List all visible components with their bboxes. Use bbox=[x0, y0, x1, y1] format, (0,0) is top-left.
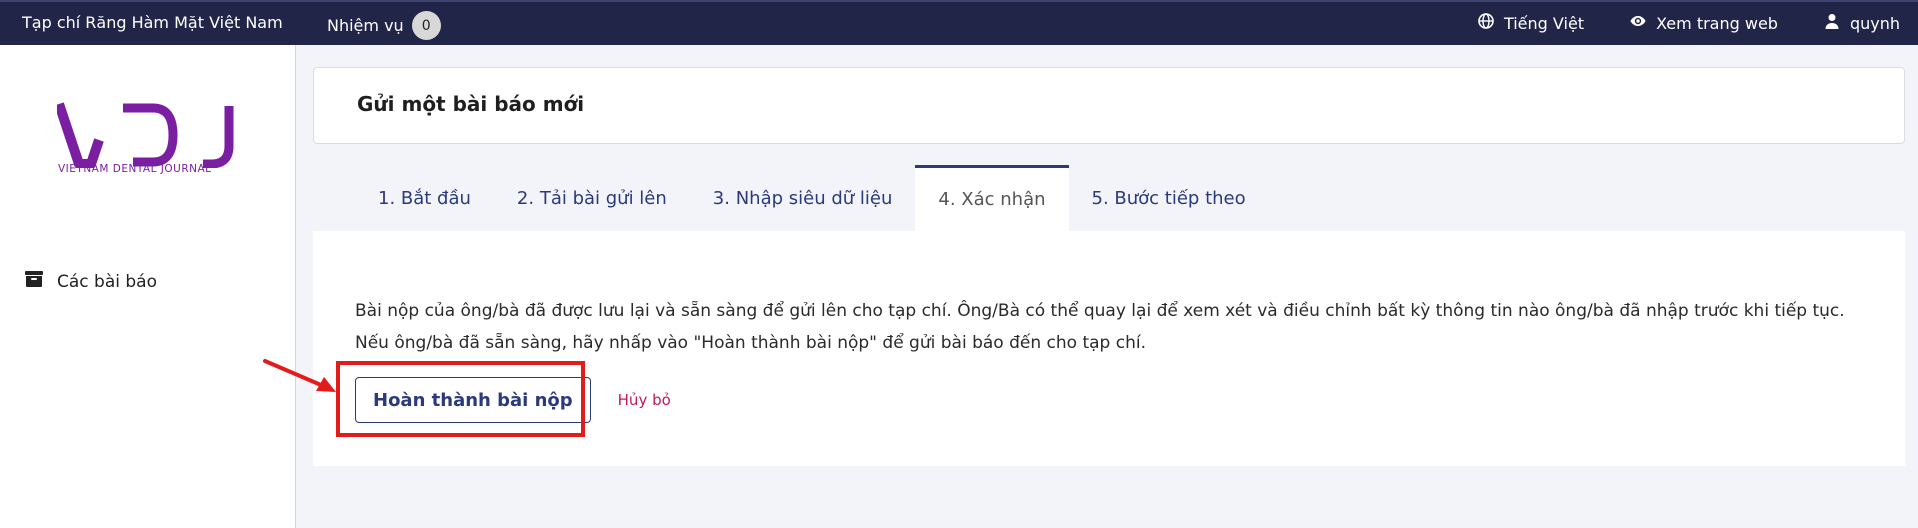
red-arrow-annotation bbox=[263, 359, 336, 392]
site-name-link[interactable]: Tạp chí Răng Hàm Mặt Việt Nam bbox=[22, 13, 283, 32]
user-menu[interactable]: quynh bbox=[1824, 13, 1900, 33]
user-icon bbox=[1824, 13, 1840, 33]
journal-logo[interactable]: VIETNAM DENTAL JOURNAL bbox=[57, 102, 237, 182]
tab-metadata[interactable]: 3. Nhập siêu dữ liệu bbox=[690, 165, 916, 231]
user-name: quynh bbox=[1849, 13, 1900, 33]
confirm-message: Bài nộp của ông/bà đã được lưu lại và sẵ… bbox=[355, 301, 1845, 353]
language-menu[interactable]: Tiếng Việt bbox=[1478, 13, 1584, 33]
sidebar-item-label: Các bài báo bbox=[57, 271, 157, 292]
globe-icon bbox=[1478, 13, 1494, 33]
tasks-button[interactable]: Nhiệm vụ 0 bbox=[327, 11, 441, 40]
tasks-label: Nhiệm vụ bbox=[327, 16, 404, 35]
tab-next-steps[interactable]: 5. Bước tiếp theo bbox=[1069, 165, 1269, 231]
logo-subtitle: VIETNAM DENTAL JOURNAL bbox=[58, 163, 212, 175]
view-site-link[interactable]: Xem trang web bbox=[1630, 13, 1778, 33]
page-title: Gửi một bài báo mới bbox=[357, 92, 585, 116]
highlight-annotation-box bbox=[336, 361, 585, 437]
view-site-label: Xem trang web bbox=[1656, 13, 1778, 33]
tab-upload[interactable]: 2. Tải bài gửi lên bbox=[494, 165, 690, 231]
vdj-logo-mark bbox=[57, 102, 234, 168]
submission-steps-tabs: 1. Bắt đầu 2. Tải bài gửi lên 3. Nhập si… bbox=[355, 165, 1269, 231]
tab-start[interactable]: 1. Bắt đầu bbox=[355, 165, 494, 231]
tasks-count-badge: 0 bbox=[411, 11, 441, 40]
cancel-link[interactable]: Hủy bỏ bbox=[618, 391, 671, 409]
language-label: Tiếng Việt bbox=[1503, 13, 1585, 33]
top-bar: Tạp chí Răng Hàm Mặt Việt Nam Nhiệm vụ 0… bbox=[0, 0, 1918, 45]
archive-icon bbox=[25, 271, 43, 292]
page-header: Gửi một bài báo mới bbox=[313, 67, 1905, 144]
tab-confirm[interactable]: 4. Xác nhận bbox=[915, 165, 1069, 231]
sidebar-item-articles[interactable]: Các bài báo bbox=[25, 271, 157, 292]
sidebar: VIETNAM DENTAL JOURNAL Các bài báo bbox=[0, 45, 296, 528]
eye-icon bbox=[1630, 13, 1646, 33]
